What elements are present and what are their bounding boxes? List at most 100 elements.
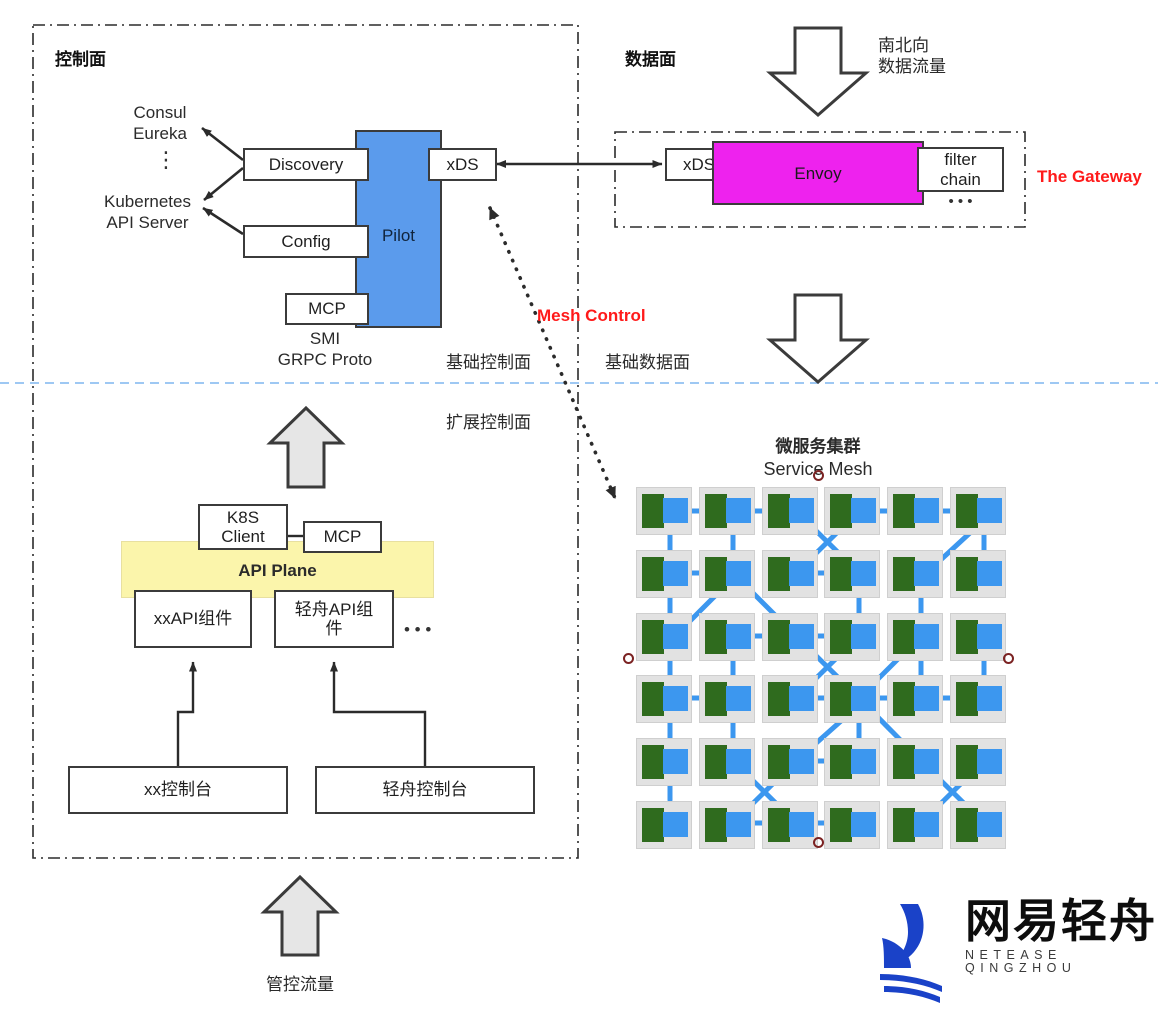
discovery-box[interactable]: Discovery (243, 148, 369, 181)
mesh-node-sidecar-icon (977, 749, 1002, 775)
mesh-node-sidecar-icon (977, 498, 1002, 523)
mesh-ring-right (1003, 653, 1014, 664)
mesh-node-sidecar-icon (725, 498, 751, 523)
mesh-node-service-icon (830, 745, 853, 780)
mesh-node (824, 612, 881, 661)
mesh-node-sidecar-icon (914, 498, 940, 523)
mesh-node-service-icon (642, 556, 664, 591)
mesh-node-sidecar-icon (788, 498, 814, 523)
mesh-node (950, 487, 1006, 535)
base-control-plane-label: 基础控制面 (446, 353, 531, 372)
mesh-node (636, 675, 692, 724)
xx-api-component-box[interactable]: xxAPI组件 (134, 590, 252, 648)
mesh-node-service-icon (830, 619, 853, 654)
mesh-node (887, 549, 944, 598)
k8s-client-box[interactable]: K8S Client (198, 504, 288, 550)
qingzhou-sail-icon (880, 904, 942, 1003)
mesh-node-service-icon (956, 619, 978, 654)
mesh-node-service-icon (767, 745, 790, 780)
mesh-node (698, 738, 755, 787)
mesh-node (950, 801, 1006, 849)
mesh-node-sidecar-icon (977, 560, 1002, 586)
mesh-node-service-icon (893, 808, 916, 842)
pilot-mcp-box[interactable]: MCP (285, 293, 369, 325)
mesh-node-service-icon (893, 556, 916, 591)
mesh-node-service-icon (642, 808, 664, 842)
mesh-node (824, 675, 881, 724)
mesh-node (636, 801, 692, 849)
data-plane-title: 数据面 (625, 50, 676, 69)
mesh-node-service-icon (642, 494, 664, 528)
mesh-node-service-icon (642, 619, 664, 654)
mesh-node-sidecar-icon (914, 749, 940, 775)
arrow-discovery-consul (201, 126, 244, 162)
mesh-node (824, 487, 881, 535)
mesh-node-service-icon (893, 619, 916, 654)
qingzhou-console-box[interactable]: 轻舟控制台 (315, 766, 535, 814)
mesh-node (887, 675, 944, 724)
api-plane-mcp-box[interactable]: MCP (303, 521, 382, 553)
base-data-plane-label: 基础数据面 (605, 353, 690, 372)
mesh-node (824, 738, 881, 787)
mesh-node-service-icon (704, 682, 727, 717)
mesh-node-sidecar-icon (977, 812, 1002, 837)
diagram-canvas: 控制面 数据面 南北向 数据流量 Consul Eureka ⋮ Kuberne… (0, 0, 1158, 1012)
filter-chain-ellipsis: • • • (948, 193, 973, 210)
mesh-node (761, 487, 818, 535)
mesh-node-service-icon (956, 808, 978, 842)
mesh-node (698, 549, 755, 598)
mesh-node-service-icon (704, 494, 727, 528)
mesh-node-sidecar-icon (663, 686, 688, 712)
mesh-node-sidecar-icon (663, 812, 688, 837)
registry-consul-eureka-label: Consul Eureka (133, 103, 187, 143)
mesh-node (761, 549, 818, 598)
arrow-extended-to-base (266, 405, 346, 489)
mesh-node (698, 487, 755, 535)
filter-chain-box[interactable]: filter chain (917, 147, 1004, 192)
mesh-node-service-icon (704, 745, 727, 780)
mesh-node-sidecar-icon (788, 623, 814, 649)
api-plane-label: API Plane (238, 561, 317, 580)
mesh-ring-top (813, 470, 824, 481)
mesh-node-sidecar-icon (914, 623, 940, 649)
pilot-xds-box[interactable]: xDS (428, 148, 497, 181)
mesh-node-sidecar-icon (788, 686, 814, 712)
mesh-node (887, 801, 944, 849)
mesh-node-service-icon (893, 682, 916, 717)
envoy-label: Envoy (794, 164, 842, 183)
mesh-node (636, 738, 692, 787)
xx-console-box[interactable]: xx控制台 (68, 766, 288, 814)
mesh-node (761, 738, 818, 787)
mesh-node-sidecar-icon (914, 686, 940, 712)
mesh-node-service-icon (830, 682, 853, 717)
control-plane-title: 控制面 (55, 50, 106, 69)
mesh-node-sidecar-icon (851, 623, 877, 649)
mesh-node (887, 738, 944, 787)
mesh-node (698, 612, 755, 661)
qingzhou-api-component-box[interactable]: 轻舟API组 件 (274, 590, 394, 648)
netease-qingzhou-logo: 网易轻舟 NETEASE QINGZHOU (965, 898, 1158, 974)
arrow-control-traffic (260, 874, 340, 957)
mesh-node-sidecar-icon (663, 498, 688, 523)
mesh-node-sidecar-icon (851, 498, 877, 523)
smi-grpc-note: SMI GRPC Proto (277, 329, 373, 369)
mesh-node-sidecar-icon (725, 749, 751, 775)
mesh-node-sidecar-icon (977, 623, 1002, 649)
logo-english-text: NETEASE QINGZHOU (965, 948, 1077, 975)
mesh-node-sidecar-icon (851, 812, 877, 837)
mesh-ring-left (623, 653, 634, 664)
mesh-node-sidecar-icon (663, 623, 688, 649)
config-box[interactable]: Config (243, 225, 369, 258)
mesh-node (698, 675, 755, 724)
connector-xx-console (176, 661, 197, 766)
mesh-node-service-icon (830, 808, 853, 842)
mesh-control-label: Mesh Control (537, 306, 646, 325)
extended-control-plane-label: 扩展控制面 (446, 413, 531, 432)
mesh-node (950, 738, 1006, 787)
mesh-node-service-icon (830, 556, 853, 591)
arrow-discovery-k8s (203, 166, 244, 202)
mesh-node-sidecar-icon (914, 812, 940, 837)
mesh-node-sidecar-icon (663, 560, 688, 586)
mesh-node-service-icon (956, 494, 978, 528)
mesh-node-sidecar-icon (725, 623, 751, 649)
